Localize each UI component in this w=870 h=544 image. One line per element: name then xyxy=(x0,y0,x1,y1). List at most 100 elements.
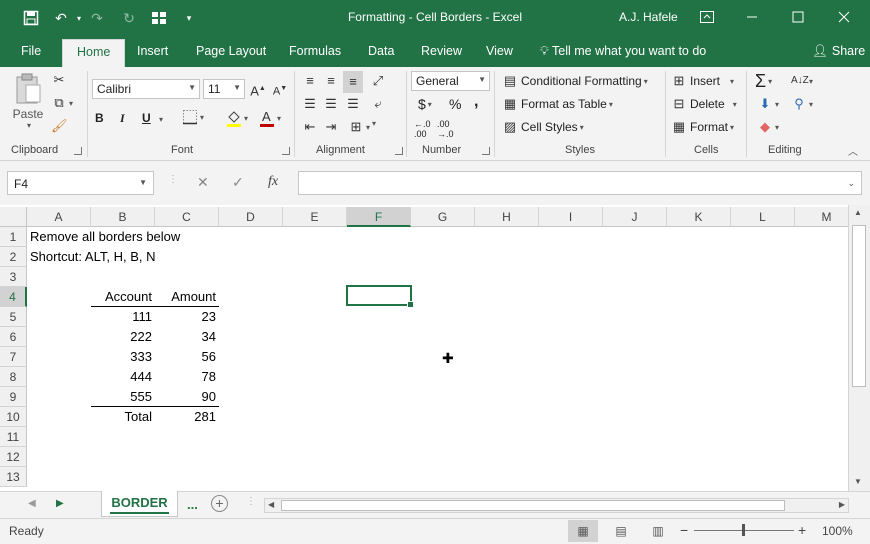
decrease-indent-button[interactable]: ⇤ xyxy=(302,119,318,135)
number-launcher-icon[interactable] xyxy=(482,147,490,155)
increase-decimal-button[interactable]: ←.0.00 xyxy=(414,119,431,139)
table-cell[interactable]: 23 xyxy=(155,307,219,327)
total-label-cell[interactable]: Total xyxy=(91,406,155,426)
number-format-combo[interactable]: General ▼ xyxy=(411,71,490,91)
conditional-formatting-button[interactable]: ▤ Conditional Formatting ▾ xyxy=(502,73,648,89)
column-header-d[interactable]: D xyxy=(219,207,283,227)
row-header-10[interactable]: 10 xyxy=(0,407,27,427)
column-header-m[interactable]: M xyxy=(795,207,848,227)
table-header-amount[interactable]: Amount xyxy=(155,287,219,307)
ribbon-display-icon[interactable] xyxy=(692,6,722,28)
expand-formula-icon[interactable]: ⌄ xyxy=(847,178,855,189)
tab-page-layout[interactable]: Page Layout xyxy=(196,44,266,58)
column-header-g[interactable]: G xyxy=(411,207,475,227)
percent-button[interactable]: % xyxy=(449,96,461,112)
column-header-l[interactable]: L xyxy=(731,207,795,227)
tab-review[interactable]: Review xyxy=(421,44,462,58)
maximize-icon[interactable] xyxy=(783,6,813,28)
formula-input[interactable]: ⌄ xyxy=(298,171,862,195)
comma-button[interactable]: , xyxy=(474,93,478,111)
add-sheet-icon[interactable]: + xyxy=(211,495,228,512)
format-painter-button[interactable]: 🖌︎ xyxy=(51,118,68,134)
table-cell[interactable]: 90 xyxy=(155,387,219,407)
column-header-i[interactable]: I xyxy=(539,207,603,227)
table-cell[interactable]: 333 xyxy=(91,347,155,367)
delete-cells-button[interactable]: ⊟ Delete ▾ xyxy=(671,96,737,112)
column-header-k[interactable]: K xyxy=(667,207,731,227)
user-name[interactable]: A.J. Hafele xyxy=(619,10,678,24)
worksheet-grid[interactable]: ABCDEFGHIJKLM 1 2 3 4 5 6 7 8 9 10 11 12 13 Remove a… xyxy=(0,205,848,491)
share-button[interactable]: 👤︎ Share xyxy=(812,44,865,59)
row-header-6[interactable]: 6 xyxy=(0,327,27,347)
cell-styles-button[interactable]: ▨ Cell Styles ▾ xyxy=(502,119,584,135)
clipboard-launcher-icon[interactable] xyxy=(74,147,82,155)
row-header-1[interactable]: 1 xyxy=(0,227,27,247)
row-header-3[interactable]: 3 xyxy=(0,267,27,287)
autosum-button[interactable]: Σ ▾ xyxy=(755,71,772,92)
column-header-a[interactable]: A xyxy=(27,207,91,227)
cell-a2[interactable]: Shortcut: ALT, H, B, N xyxy=(30,247,155,267)
currency-button[interactable]: $ ▾ xyxy=(418,96,432,112)
tab-insert[interactable]: Insert xyxy=(137,44,168,58)
wrap-text-button[interactable]: ⤶ xyxy=(370,96,386,112)
scroll-up-icon[interactable]: ▲ xyxy=(854,208,862,217)
cell-a1[interactable]: Remove all borders below xyxy=(30,227,180,247)
active-cell-f4[interactable] xyxy=(346,285,414,308)
tab-file[interactable]: File xyxy=(21,44,41,58)
find-select-button[interactable]: ⚲ ▾ xyxy=(791,96,813,112)
prev-sheet-icon[interactable]: ◀ xyxy=(28,498,36,509)
column-header-e[interactable]: E xyxy=(283,207,347,227)
normal-view-icon[interactable]: ▦ xyxy=(568,520,598,542)
underline-button[interactable]: U xyxy=(142,111,151,125)
alignment-launcher-icon[interactable] xyxy=(395,147,403,155)
enter-icon[interactable]: ✓ xyxy=(232,174,244,191)
drag-handle-icon[interactable]: ⋮ xyxy=(168,174,178,185)
row-header-8[interactable]: 8 xyxy=(0,367,27,387)
column-header-f[interactable]: F xyxy=(347,207,411,227)
font-launcher-icon[interactable] xyxy=(282,147,290,155)
page-layout-view-icon[interactable]: ▤ xyxy=(606,520,636,542)
bold-button[interactable]: B xyxy=(95,111,104,125)
cancel-icon[interactable]: ✕ xyxy=(197,174,209,191)
font-name-combo[interactable]: Calibri ▼ xyxy=(92,79,200,99)
collapse-ribbon-icon[interactable]: ︿ xyxy=(848,143,858,158)
column-header-j[interactable]: J xyxy=(603,207,667,227)
next-sheet-icon[interactable]: ▶ xyxy=(56,498,64,509)
tab-view[interactable]: View xyxy=(486,44,513,58)
bottom-align-button[interactable]: ≡ xyxy=(343,71,363,93)
vertical-scrollbar[interactable]: ▲ ▼ xyxy=(848,205,870,491)
row-header-7[interactable]: 7 xyxy=(0,347,27,367)
table-cell[interactable]: 555 xyxy=(91,387,155,407)
page-break-view-icon[interactable]: ▥ xyxy=(643,520,673,542)
tab-home[interactable]: Home xyxy=(62,39,126,67)
tab-data[interactable]: Data xyxy=(368,44,394,58)
format-cells-button[interactable]: ▦ Format ▾ xyxy=(671,119,734,135)
row-header-11[interactable]: 11 xyxy=(0,427,27,447)
copy-button[interactable]: ⧉ ▾ xyxy=(51,95,73,111)
scroll-down-icon[interactable]: ▼ xyxy=(854,477,862,486)
table-cell[interactable]: 444 xyxy=(91,367,155,387)
align-left-button[interactable]: ☰ xyxy=(302,96,318,112)
splitter-handle-icon[interactable]: ⋮ xyxy=(246,496,256,507)
decrease-decimal-button[interactable]: .00 →.0 xyxy=(437,119,454,139)
row-header-13[interactable]: 13 xyxy=(0,467,27,487)
orientation-button[interactable]: ⤢ xyxy=(370,73,386,89)
close-icon[interactable] xyxy=(829,6,859,28)
merge-center-button[interactable]: ⊞ ▾ xyxy=(348,119,370,135)
vertical-scroll-thumb[interactable] xyxy=(852,225,866,387)
font-size-combo[interactable]: 11 ▼ xyxy=(203,79,245,99)
decrease-font-button[interactable]: A▼ xyxy=(272,81,288,98)
horizontal-scrollbar[interactable]: ◀ ▶ xyxy=(264,498,849,513)
row-header-2[interactable]: 2 xyxy=(0,247,27,267)
scroll-left-icon[interactable]: ◀ xyxy=(268,500,274,509)
insert-cells-button[interactable]: ⊞ Insert ▾ xyxy=(671,73,734,89)
fill-color-button[interactable]: ▾ xyxy=(226,109,248,127)
select-all-corner[interactable] xyxy=(0,207,27,227)
format-as-table-button[interactable]: ▦ Format as Table ▾ xyxy=(502,96,613,112)
zoom-out-icon[interactable]: − xyxy=(680,522,688,538)
zoom-in-icon[interactable]: + xyxy=(798,522,806,538)
tab-formulas[interactable]: Formulas xyxy=(289,44,341,58)
align-right-button[interactable]: ☰ xyxy=(345,96,361,112)
name-box[interactable]: F4 ▼ xyxy=(7,171,154,195)
horizontal-scroll-thumb[interactable] xyxy=(281,500,785,511)
